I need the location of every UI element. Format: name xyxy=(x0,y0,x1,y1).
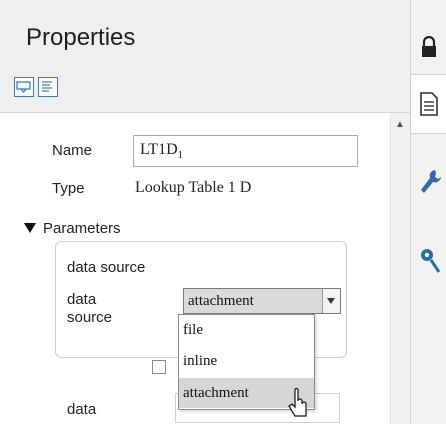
scroll-up-icon[interactable]: ▲ xyxy=(395,119,405,130)
lock-tab[interactable] xyxy=(419,35,439,63)
properties-panel: Properties Name LT1D1 Type Lookup Table … xyxy=(0,0,411,424)
option-inline[interactable]: inline xyxy=(179,346,314,376)
name-subscript: 1 xyxy=(177,149,184,162)
name-field[interactable]: LT1D1 xyxy=(133,135,358,167)
side-rail xyxy=(410,0,446,424)
data-source-label-line2: source xyxy=(67,309,113,326)
panel-header: Properties xyxy=(0,0,410,72)
data-source-label-line1: data xyxy=(67,291,97,308)
chevron-down-icon[interactable] xyxy=(322,289,340,313)
comment-view-icon xyxy=(16,81,31,94)
type-label: Type xyxy=(52,180,85,197)
data-field-label: data xyxy=(67,401,97,418)
comment-view-button[interactable] xyxy=(14,77,34,97)
parameters-collapse-icon[interactable] xyxy=(24,223,36,233)
lock-icon xyxy=(422,35,436,57)
panel-title: Properties xyxy=(26,24,136,51)
data-source-group-title: data source xyxy=(67,259,146,276)
mouse-cursor-icon xyxy=(288,387,307,417)
name-value: LT1D xyxy=(140,141,178,158)
parameters-header[interactable]: Parameters xyxy=(43,220,121,237)
wrench-icon xyxy=(421,170,441,193)
text-view-icon xyxy=(42,81,52,92)
document-tab[interactable] xyxy=(411,74,446,134)
vertical-scrollbar[interactable]: ▲ xyxy=(390,113,411,424)
document-icon xyxy=(420,92,438,116)
panel-toolbar xyxy=(0,72,410,113)
name-label: Name xyxy=(52,142,93,159)
type-value: Lookup Table 1 D xyxy=(135,179,252,196)
text-view-button[interactable] xyxy=(38,77,58,97)
settings-link-tab[interactable] xyxy=(419,246,443,281)
wrench-tab[interactable] xyxy=(419,168,443,201)
data-source-select[interactable]: attachment xyxy=(183,288,341,314)
option-file[interactable]: file xyxy=(179,315,314,345)
data-source-selected-value: attachment xyxy=(188,293,254,309)
settings-link-icon xyxy=(421,249,441,273)
option-checkbox[interactable] xyxy=(152,360,166,374)
